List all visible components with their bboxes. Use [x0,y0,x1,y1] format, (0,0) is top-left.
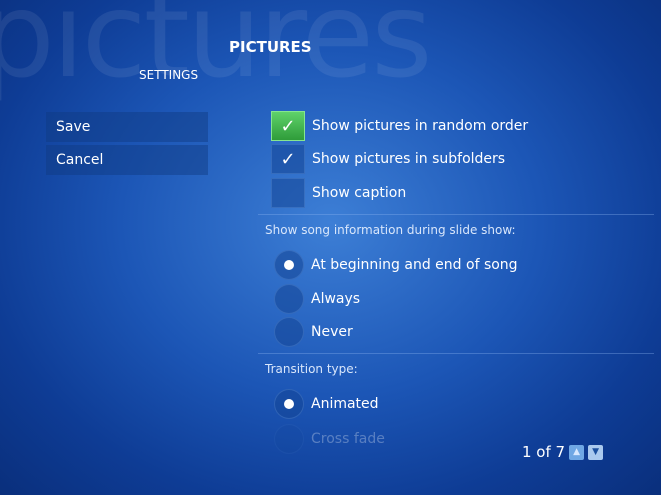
option-label: Show caption [312,185,407,201]
radio-label: At beginning and end of song [311,257,518,273]
radio-selected-dot-icon [284,260,294,270]
checkmark-icon: ✓ [280,115,296,137]
radio-option-cross-fade[interactable]: Cross fade [271,424,385,454]
option-label: Show pictures in random order [312,118,529,134]
radio-option-beginning-end[interactable]: At beginning and end of song [271,250,518,280]
radio-label: Cross fade [311,431,385,447]
radio-button[interactable] [274,424,304,454]
checkbox-caption[interactable] [271,178,305,208]
radio-button[interactable] [274,317,304,347]
checkbox-random-order[interactable]: ✓ [271,111,305,141]
cancel-button[interactable]: Cancel [46,145,208,175]
checkbox-subfolders[interactable]: ✓ [271,144,305,174]
radio-selected-dot-icon [284,399,294,409]
scroll-up-arrow-icon[interactable]: ▲ [569,444,585,460]
radio-label: Animated [311,396,379,412]
radio-button[interactable] [274,284,304,314]
radio-label: Always [311,291,361,307]
divider [258,214,654,215]
option-label: Show pictures in subfolders [312,151,506,167]
checkmark-icon: ✓ [280,148,296,170]
section-heading-transition: Transition type: [265,362,358,376]
pager: 1 of 7 ▲ ▼ [522,443,604,461]
divider [258,353,654,354]
background-watermark: pictures [0,0,433,104]
scroll-down-arrow-icon[interactable]: ▼ [588,444,604,460]
radio-option-always[interactable]: Always [271,284,360,314]
save-button[interactable]: Save [46,112,208,142]
option-caption[interactable]: Show caption [271,178,406,208]
radio-button[interactable] [274,250,304,280]
option-random-order[interactable]: ✓ Show pictures in random order [271,111,528,141]
page-title: PICTURES [229,38,312,56]
radio-button[interactable] [274,389,304,419]
radio-option-never[interactable]: Never [271,317,353,347]
page-subtitle: SETTINGS [139,68,199,82]
radio-label: Never [311,324,353,340]
radio-option-animated[interactable]: Animated [271,389,379,419]
page-counter: 1 of 7 [522,443,566,461]
section-heading-song-info: Show song information during slide show: [265,223,516,237]
option-subfolders[interactable]: ✓ Show pictures in subfolders [271,144,505,174]
